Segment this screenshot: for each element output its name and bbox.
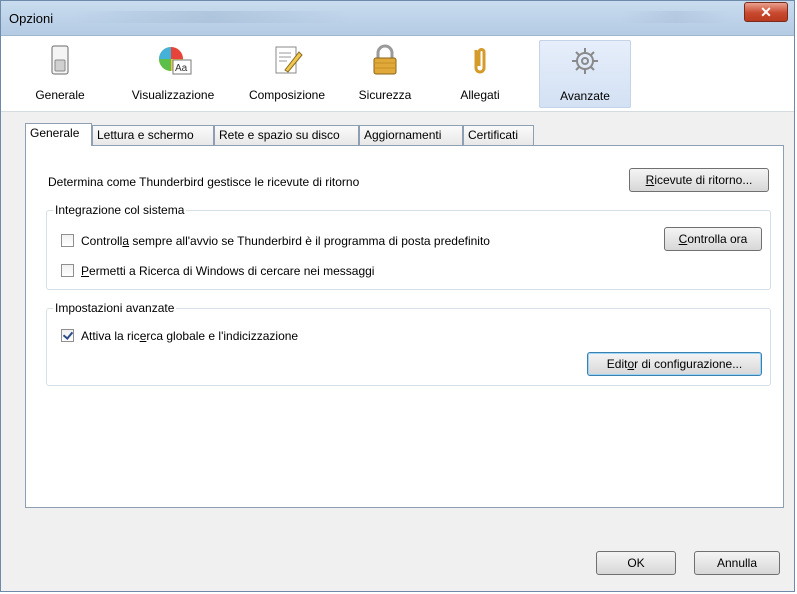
global-search-label-part: Attiva la ric <box>81 329 140 343</box>
category-avanzate[interactable]: Avanzate <box>539 40 631 108</box>
windows-search-accel: P <box>81 264 90 278</box>
paperclip-icon <box>464 44 496 76</box>
tab-generale[interactable]: Generale <box>25 123 92 146</box>
config-editor-label-part: Edit <box>606 357 628 371</box>
global-search-checkbox[interactable] <box>61 329 74 342</box>
default-mail-label-part: sempre all'avvio se Thunderbird è il pro… <box>129 234 490 248</box>
category-label: Sicurezza <box>358 88 412 102</box>
category-toolbar: Generale Aa Visualizzazione Composizione… <box>1 36 794 112</box>
tab-lettura-e-schermo[interactable]: Lettura e schermo <box>92 125 214 145</box>
global-search-label[interactable]: Attiva la ricerca globale e l'indicizzaz… <box>81 329 298 343</box>
receipts-button[interactable]: Ricevute di ritorno... <box>629 168 769 192</box>
windows-search-checkbox[interactable] <box>61 264 74 277</box>
close-icon: ✕ <box>760 4 772 20</box>
cancel-button[interactable]: Annulla <box>694 551 780 575</box>
tab-rete-e-spazio[interactable]: Rete e spazio su disco <box>214 125 359 145</box>
receipts-button-label: icevute di ritorno... <box>654 173 753 187</box>
check-now-accel: C <box>678 232 688 246</box>
category-label: Avanzate <box>560 89 610 103</box>
tab-aggiornamenti[interactable]: Aggiornamenti <box>359 125 463 145</box>
default-mail-label-part: Controll <box>81 234 123 248</box>
blurred-background-strip <box>71 11 351 23</box>
palette-aa-icon: Aa <box>157 44 192 76</box>
advanced-groupbox: Impostazioni avanzate Attiva la ricerca … <box>46 301 771 386</box>
tab-panel-generale: Determina come Thunderbird gestisce le r… <box>25 145 784 508</box>
gear-icon <box>569 45 601 77</box>
check-now-button[interactable]: Controlla ora <box>664 227 762 251</box>
category-visualizzazione[interactable]: Aa Visualizzazione <box>119 40 227 108</box>
category-composizione[interactable]: Composizione <box>237 40 337 108</box>
config-editor-label-part: r di configurazione... <box>634 357 743 371</box>
category-label: Generale <box>35 88 85 102</box>
compose-pencil-icon <box>271 44 303 76</box>
close-button[interactable]: ✕ <box>744 2 788 22</box>
check-now-label: ontrolla ora <box>687 232 748 246</box>
integration-groupbox: Integrazione col sistema Controlla sempr… <box>46 203 771 290</box>
global-search-label-part: rca globale e l'indicizzazione <box>146 329 299 343</box>
default-mail-checkbox[interactable] <box>61 234 74 247</box>
window-title: Opzioni <box>9 11 54 26</box>
tab-certificati[interactable]: Certificati <box>463 125 534 145</box>
category-label: Visualizzazione <box>131 88 215 102</box>
config-editor-button[interactable]: Editor di configurazione... <box>587 352 762 376</box>
ok-button[interactable]: OK <box>596 551 676 575</box>
category-label: Composizione <box>248 88 326 102</box>
category-generale[interactable]: Generale <box>29 40 91 108</box>
switch-icon <box>44 44 76 76</box>
category-label: Allegati <box>460 88 500 102</box>
receipts-button-accel: R <box>645 173 655 187</box>
title-bar[interactable]: Opzioni ✕ <box>1 1 794 36</box>
category-sicurezza[interactable]: Sicurezza <box>347 40 423 108</box>
advanced-group-title: Impostazioni avanzate <box>53 301 177 315</box>
integration-group-title: Integrazione col sistema <box>53 203 187 217</box>
default-mail-label[interactable]: Controlla sempre all'avvio se Thunderbir… <box>81 234 490 248</box>
options-window: Opzioni ✕ Generale Aa Visualizzazione Co… <box>0 0 795 592</box>
padlock-icon <box>369 44 401 76</box>
blurred-background-strip-right <box>621 11 731 23</box>
svg-text:Aa: Aa <box>175 63 188 74</box>
windows-search-label-part: ermetti a Ricerca di Windows di cercare … <box>89 264 375 278</box>
category-allegati[interactable]: Allegati <box>449 40 511 108</box>
windows-search-label[interactable]: Permetti a Ricerca di Windows di cercare… <box>81 264 374 278</box>
receipts-description: Determina come Thunderbird gestisce le r… <box>48 175 360 189</box>
